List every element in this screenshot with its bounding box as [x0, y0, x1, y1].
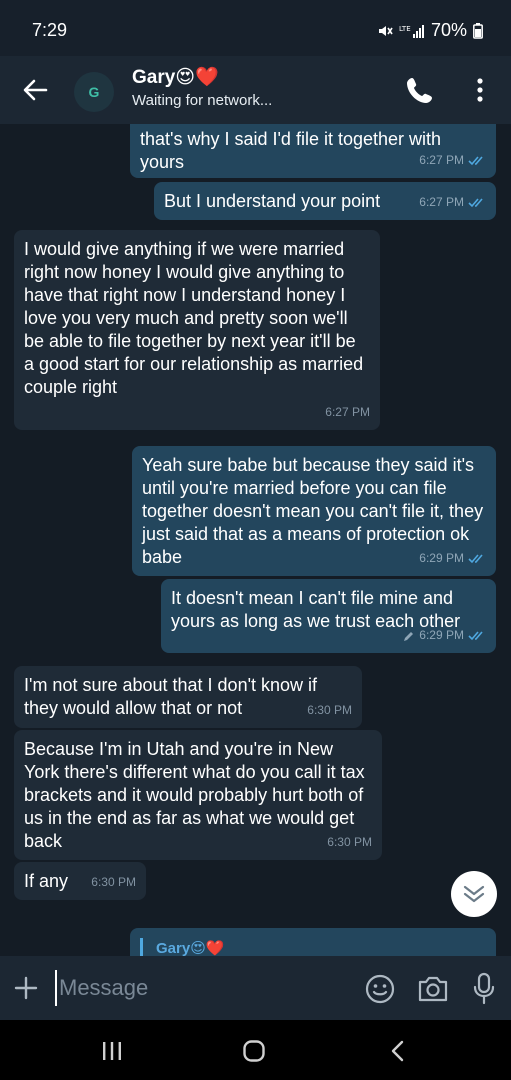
- smiley-icon: [365, 974, 395, 1004]
- message-input[interactable]: [55, 970, 345, 1006]
- double-check-icon: [468, 553, 483, 563]
- reply-quote-preview[interactable]: Gary😍❤️: [130, 928, 496, 958]
- message-bubble-incoming[interactable]: If any 6:30 PM: [14, 862, 146, 900]
- microphone-icon: [473, 972, 495, 1005]
- message-time: 6:29 PM: [419, 628, 464, 642]
- system-navigation-bar: [0, 1020, 511, 1080]
- message-meta: 6:27 PM: [419, 191, 486, 214]
- scroll-to-bottom-button[interactable]: [451, 871, 497, 917]
- composer-bar: [0, 956, 511, 1020]
- message-text: I would give anything if we were married…: [24, 239, 364, 397]
- message-bubble-incoming[interactable]: Because I'm in Utah and you're in New Yo…: [14, 730, 382, 860]
- message-text: Because I'm in Utah and you're in New Yo…: [24, 739, 365, 851]
- edited-pencil-icon: [404, 631, 414, 641]
- message-meta: 6:29 PM: [403, 624, 486, 647]
- double-chevron-down-icon: [463, 885, 485, 903]
- camera-button[interactable]: [416, 974, 450, 1004]
- contact-name[interactable]: Gary😍❤️: [132, 65, 219, 89]
- recent-apps-button[interactable]: [100, 1040, 124, 1062]
- recents-icon: [103, 1042, 121, 1060]
- message-meta: 6:27 PM: [419, 149, 486, 172]
- mute-icon: [378, 25, 393, 36]
- message-bubble-outgoing[interactable]: It doesn't mean I can't file mine and yo…: [161, 579, 496, 653]
- call-button[interactable]: [404, 74, 436, 106]
- double-check-icon: [468, 197, 483, 207]
- status-time: 7:29: [32, 20, 68, 40]
- status-bar: 7:29 LTE 70%: [0, 0, 511, 56]
- microphone-button[interactable]: [472, 972, 496, 1006]
- more-vertical-icon: [477, 78, 483, 102]
- message-time: 6:29 PM: [419, 551, 464, 565]
- svg-text:LTE: LTE: [399, 25, 411, 33]
- camera-icon: [418, 976, 448, 1002]
- message-meta: 6:30 PM: [327, 831, 372, 854]
- message-meta: 6:29 PM: [419, 547, 486, 570]
- chat-header: G Gary😍❤️ Waiting for network...: [0, 56, 511, 124]
- plus-icon: [14, 976, 38, 1000]
- back-button[interactable]: [20, 76, 50, 104]
- double-check-icon: [468, 630, 483, 640]
- message-text: I'm not sure about that I don't know if …: [24, 675, 318, 718]
- more-options-button[interactable]: [470, 74, 490, 106]
- message-bubble-incoming[interactable]: I would give anything if we were married…: [14, 230, 380, 430]
- connection-status: Waiting for network...: [132, 92, 273, 109]
- message-meta: 6:30 PM: [91, 871, 136, 894]
- avatar[interactable]: G: [74, 72, 114, 112]
- message-meta: 6:30 PM: [307, 699, 352, 722]
- message-bubble-outgoing[interactable]: But I understand your point 6:27 PM: [154, 182, 496, 220]
- message-bubble-outgoing[interactable]: that's why I said I'd file it together w…: [130, 124, 496, 178]
- phone-icon: [407, 78, 432, 103]
- emoji-button[interactable]: [364, 973, 396, 1005]
- message-time: 6:30 PM: [307, 703, 352, 717]
- double-check-icon: [468, 155, 483, 165]
- battery-percent: 70%: [430, 20, 467, 40]
- signal-icon: LTE: [399, 24, 424, 38]
- home-icon: [243, 1040, 265, 1062]
- attach-button[interactable]: [12, 974, 40, 1002]
- message-bubble-incoming[interactable]: I'm not sure about that I don't know if …: [14, 666, 362, 728]
- battery-icon: [473, 22, 483, 39]
- avatar-letter: G: [88, 84, 100, 100]
- message-time: 6:27 PM: [419, 153, 464, 167]
- reply-quote-name: Gary😍❤️: [156, 940, 225, 957]
- message-time: 6:27 PM: [419, 195, 464, 209]
- chevron-left-icon: [391, 1040, 404, 1062]
- message-time: 6:30 PM: [327, 835, 372, 849]
- status-icons: LTE 70%: [377, 20, 483, 41]
- reply-quote-bar: [140, 938, 143, 958]
- home-button[interactable]: [242, 1039, 266, 1063]
- message-time: 6:27 PM: [325, 405, 370, 419]
- message-list[interactable]: that's why I said I'd file it together w…: [0, 124, 511, 956]
- arrow-left-icon: [23, 79, 48, 101]
- message-meta: 6:27 PM: [325, 401, 370, 424]
- message-bubble-outgoing[interactable]: Yeah sure babe but because they said it'…: [132, 446, 496, 576]
- system-back-button[interactable]: [388, 1039, 408, 1063]
- message-time: 6:30 PM: [91, 875, 136, 889]
